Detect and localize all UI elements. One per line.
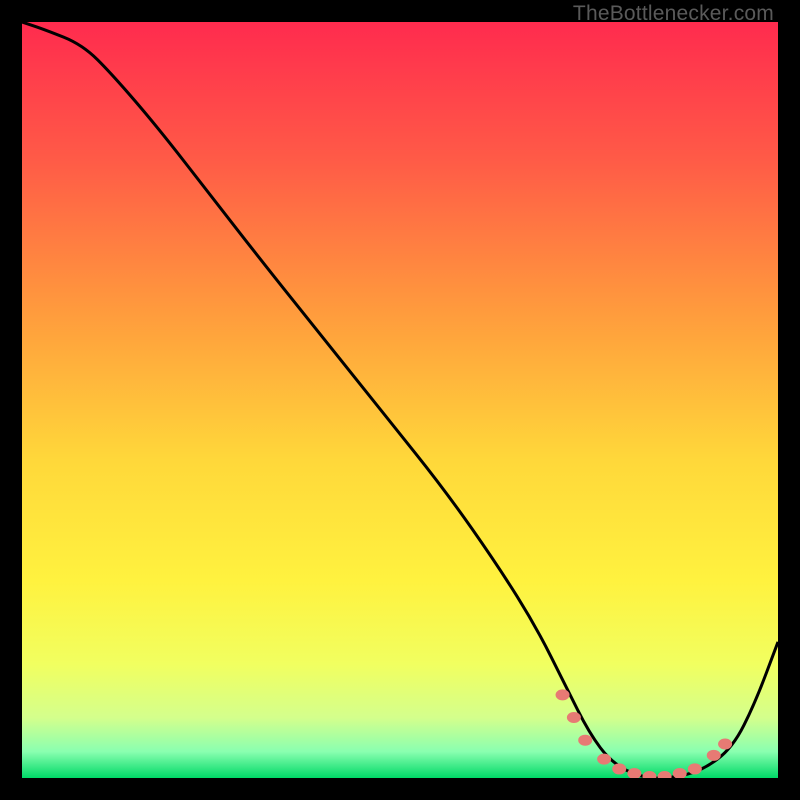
curve-marker — [718, 738, 732, 749]
curve-marker — [688, 763, 702, 774]
curve-marker — [556, 689, 570, 700]
curve-marker — [612, 763, 626, 774]
chart-frame — [22, 22, 778, 778]
curve-marker — [578, 735, 592, 746]
bottleneck-chart — [22, 22, 778, 778]
curve-marker — [597, 754, 611, 765]
curve-marker — [567, 712, 581, 723]
curve-marker — [707, 750, 721, 761]
gradient-background — [22, 22, 778, 778]
